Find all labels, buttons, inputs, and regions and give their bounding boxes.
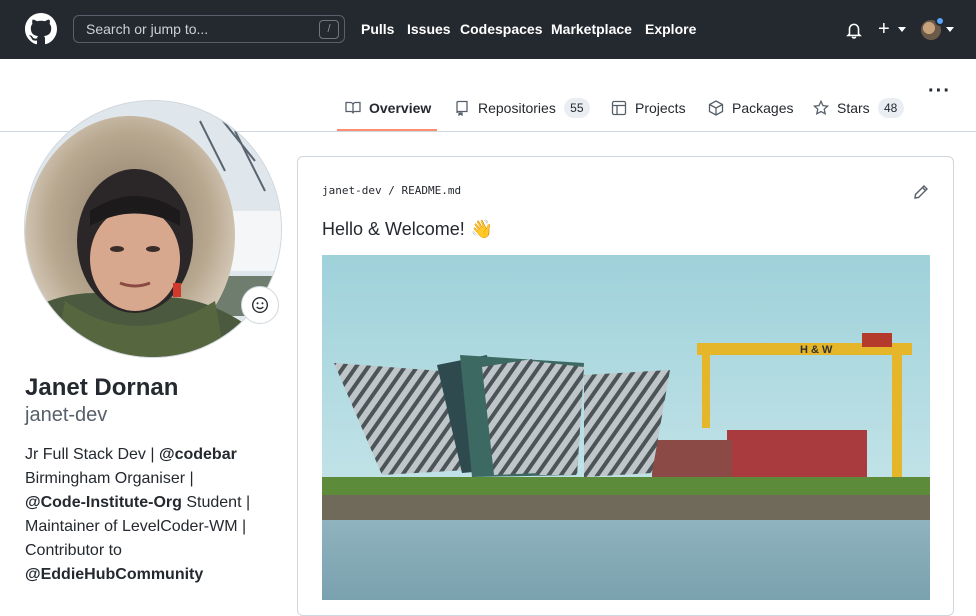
bio-link-eddiehub[interactable]: @EddieHubCommunity: [25, 566, 203, 583]
project-table-icon: [611, 100, 627, 116]
tab-repositories[interactable]: Repositories 55: [454, 98, 590, 118]
smiley-icon: [252, 297, 268, 313]
package-icon: [708, 100, 724, 116]
avatar-chevron-icon[interactable]: [946, 27, 954, 32]
bio-link-code-institute[interactable]: @Code-Institute-Org: [25, 494, 182, 511]
profile-username: janet-dev: [25, 404, 108, 426]
stars-counter: 48: [877, 98, 904, 118]
bio-link-codebar[interactable]: @codebar: [159, 446, 237, 463]
create-menu-chevron-icon[interactable]: [898, 27, 906, 32]
active-tab-underline: [337, 129, 437, 131]
more-options-icon[interactable]: ···: [928, 80, 951, 103]
nav-issues[interactable]: Issues: [407, 21, 451, 37]
profile-photo: [25, 101, 281, 357]
crane-sign: H & W: [800, 344, 833, 356]
search-placeholder: Search or jump to...: [86, 21, 209, 37]
tab-stars-label: Stars: [837, 100, 870, 116]
tab-stars[interactable]: Stars 48: [813, 98, 904, 118]
profile-bio: Jr Full Stack Dev | @codebar Birmingham …: [25, 443, 285, 587]
bio-text: Maintainer of LevelCoder-WM |: [25, 518, 247, 535]
bell-icon[interactable]: [845, 21, 863, 39]
repo-icon: [456, 100, 468, 116]
status-dot: [935, 16, 945, 26]
github-logo-icon[interactable]: [25, 13, 57, 45]
tab-packages[interactable]: Packages: [708, 98, 793, 118]
slash-shortcut-key: /: [319, 20, 339, 39]
readme-banner-image: H & W: [322, 255, 930, 600]
bio-text: Student |: [181, 494, 251, 511]
tab-projects[interactable]: Projects: [611, 98, 686, 118]
readme-card: janet-dev / README.md Hello & Welcome! 👋: [297, 156, 954, 616]
nav-explore[interactable]: Explore: [645, 21, 696, 37]
set-status-button[interactable]: [241, 286, 279, 324]
profile-full-name: Janet Dornan: [25, 374, 179, 401]
readme-heading-text: Hello & Welcome!: [322, 219, 465, 239]
tab-overview[interactable]: Overview: [345, 98, 431, 118]
bio-text: Contributor to: [25, 542, 122, 559]
bio-text: Birmingham Organiser |: [25, 470, 194, 487]
bio-text: Jr Full Stack Dev |: [25, 446, 159, 463]
nav-codespaces[interactable]: Codespaces: [460, 21, 542, 37]
readme-path[interactable]: janet-dev / README.md: [322, 184, 461, 197]
search-input[interactable]: Search or jump to... /: [73, 15, 345, 43]
tab-overview-label: Overview: [369, 100, 432, 116]
global-header: Search or jump to... / Pulls Issues Code…: [0, 0, 976, 59]
book-icon: [345, 101, 361, 114]
waving-hand-emoji: 👋: [470, 219, 494, 239]
plus-icon[interactable]: +: [878, 18, 890, 40]
readme-heading: Hello & Welcome! 👋: [322, 219, 493, 240]
tab-repositories-label: Repositories: [478, 100, 556, 116]
pencil-icon[interactable]: [913, 184, 929, 200]
tab-packages-label: Packages: [732, 100, 794, 116]
star-icon: [813, 100, 829, 116]
nav-pulls[interactable]: Pulls: [361, 21, 394, 37]
repositories-counter: 55: [563, 98, 590, 118]
tab-projects-label: Projects: [635, 100, 686, 116]
profile-avatar[interactable]: [24, 100, 282, 358]
nav-marketplace[interactable]: Marketplace: [551, 21, 632, 37]
